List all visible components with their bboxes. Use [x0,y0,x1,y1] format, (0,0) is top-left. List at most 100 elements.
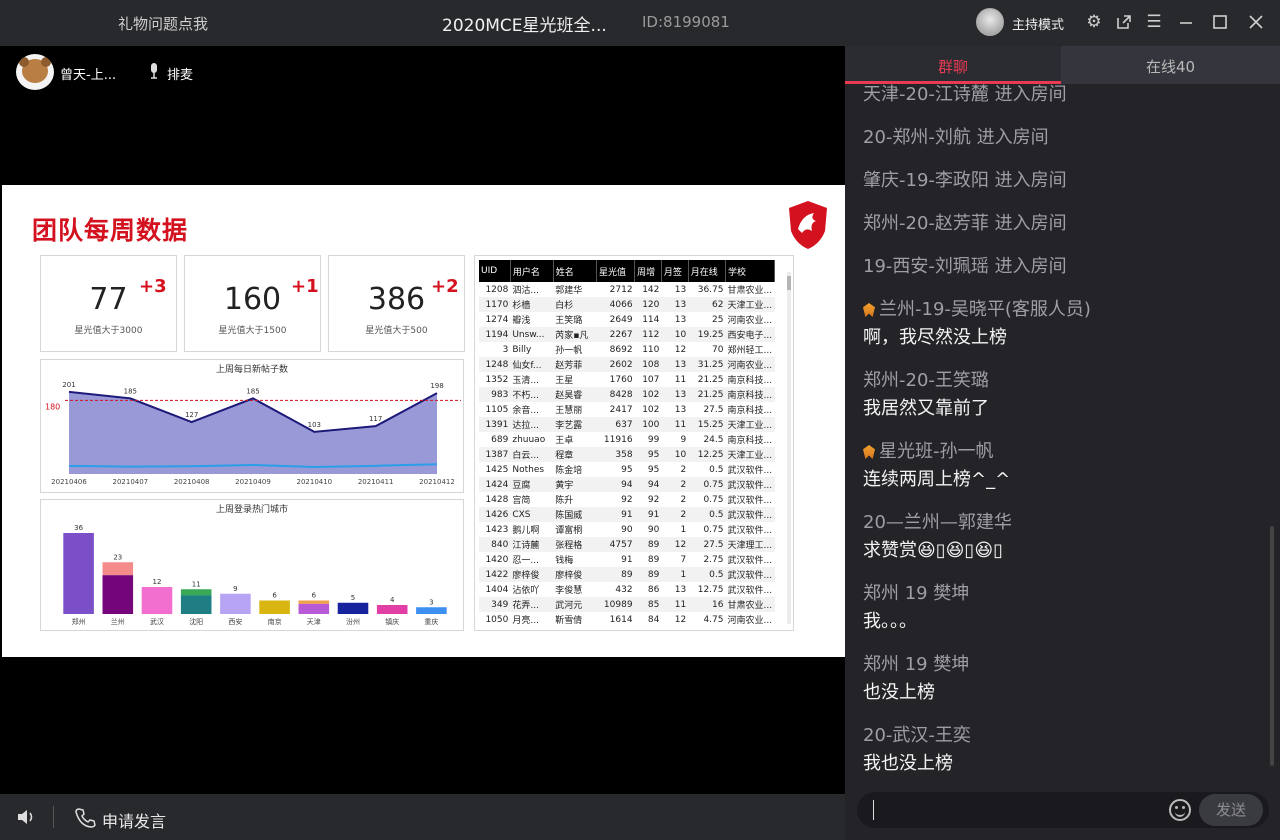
tab-group-chat[interactable]: 群聊 [845,46,1061,84]
bar-stack [102,562,134,576]
table-cell: 13 [661,387,689,402]
table-cell: 110 [642,344,660,355]
table-cell: 1248 [479,357,511,372]
table-cell: 4066 [596,297,635,312]
settings-gear-icon[interactable]: ⚙ [1082,10,1106,34]
table-row: 1170 杉樯 白杉 4066 120 13 62 天津工业... [479,297,775,312]
table-row: 1424 豆腐 黄宇 94 94 2 0.75 武汉软件... [479,477,775,492]
stat-delta: +2 [431,276,459,297]
tab-online[interactable]: 在线40 [1061,46,1280,84]
table-cell: 10989 [596,597,635,612]
admin-badge-icon [863,303,875,317]
table-cell: 92 [621,494,633,505]
table-header-cell[interactable]: 用户名 [510,260,554,282]
table-cell: 武汉软件... [725,567,775,582]
table-row: 1404 沾依吖 李俊慧 432 86 13 12.75 武汉软件... [479,582,775,597]
table-cell: 349 [479,597,511,612]
table-cell: 12 [661,537,689,552]
table-cell: 4757 [596,537,635,552]
reference-label: 180 [45,402,60,411]
user-avatar[interactable] [976,8,1004,36]
table-cell: 19.25 [688,327,726,342]
table-cell: 陈升 [555,496,574,506]
stat-card-1500: 160 +1 星光值大于1500 [184,255,321,352]
maximize-icon[interactable] [1208,10,1232,34]
table-cell: 白云... [510,447,554,462]
table-header-cell[interactable]: 学校 [725,260,776,282]
table-cell: 赵昊睿 [553,387,597,402]
table-cell: 武汉软件... [727,556,773,566]
minimize-icon[interactable] [1174,10,1198,34]
table-cell: 100 [634,417,662,432]
table-cell: 1428 [485,494,509,505]
table-scrollbar[interactable] [787,272,791,624]
chat-sender-label: 20—兰州—郭建华 [863,512,1012,533]
table-cell: 芮家▪凡 [553,327,597,342]
table-scroll-thumb[interactable] [787,276,791,290]
gift-help-link[interactable]: 礼物问题点我 [118,13,208,34]
chat-sender: 20—兰州—郭建华 [863,508,1012,534]
host-mode-label[interactable]: 主持模式 [1012,14,1064,33]
popout-icon[interactable] [1112,10,1136,34]
data-label: 4 [390,596,395,604]
table-cell: 2602 [596,357,635,372]
table-cell: 2 [661,507,689,522]
table-header-cell[interactable]: 星光值 [596,260,636,282]
table-header-cell[interactable]: 周增 [634,260,662,282]
chat-sender: 20-武汉-王奕 [863,721,971,747]
data-label: 11 [192,580,201,588]
table-cell: 花弄... [510,597,554,612]
table-row: 1352 玉清... 王星 1760 107 11 21.25 南京科技... [479,372,775,387]
chat-message-list[interactable]: 天津-20-江诗麓 进入房间 20-郑州-刘航 进入房间 肇庆-19-李政阳 进入房… [845,84,1280,784]
table-cell: 廖梓俊 [510,567,554,582]
emoji-icon[interactable] [1169,799,1191,821]
queue-mic-button[interactable]: 排麦 [167,64,193,83]
msi-dragon-shield-icon [789,201,827,249]
table-row: 1425 Nothes 陈金培 95 95 2 0.5 武汉软件... [479,462,775,477]
chat-scrollbar[interactable] [1270,526,1274,766]
x-tick-label: 20210407 [113,478,149,486]
table-cell: 358 [596,447,635,462]
table-cell: 0.5 [688,507,726,522]
apply-speak-button[interactable]: 申请发言 [102,808,166,832]
table-cell: 1423 [485,524,509,535]
data-label: 23 [113,553,122,561]
chat-sender-label: 肇庆-19-李政阳 进入房间 [863,170,1067,191]
chat-input[interactable] [879,798,1159,822]
table-cell: 1274 [485,314,509,325]
table-row: 1387 白云... 程章 358 95 10 12.25 天津工业... [479,447,775,462]
table-cell: 84 [647,614,660,625]
room-id: ID:8199081 [642,13,730,31]
table-header-cell[interactable]: UID [479,260,511,282]
table-header-cell[interactable]: 月签 [661,260,689,282]
x-tick-label: 重庆 [424,617,438,626]
phone-icon[interactable] [74,806,96,828]
table-cell: 1760 [609,374,633,385]
table-cell: 武汉软件... [725,507,775,522]
bar [63,533,94,614]
microphone-icon[interactable] [148,63,160,79]
table-header-cell[interactable]: 姓名 [553,260,598,282]
menu-icon[interactable]: ☰ [1142,10,1166,34]
table-cell: 王卓 [555,436,574,446]
x-tick-label: 20210412 [419,478,455,486]
table-cell: 余音... [512,406,539,416]
table-header-cell[interactable]: 月在线 [688,260,726,282]
table-cell: 1420 [485,554,509,565]
close-icon[interactable] [1244,10,1268,34]
table-cell: 12 [674,614,687,625]
chat-message-text: 也没上榜 [863,682,935,703]
table-cell: 廖梓俊 [553,567,597,582]
table-cell: 8692 [609,344,633,355]
table-cell: 张程格 [553,537,597,552]
table-cell: 90 [621,524,633,535]
table-cell: 1050 [485,614,509,625]
host-avatar[interactable] [16,54,54,90]
table-cell: 27.5 [688,537,726,552]
table-row: 3 Billy 孙一帆 8692 110 12 70 郑州轻工... [479,342,775,357]
chat-sender-label: 19-西安-刘珮瑶 进入房间 [863,256,1067,277]
table-cell: 宫简 [512,496,531,506]
send-button[interactable]: 发送 [1199,794,1263,826]
volume-icon[interactable] [16,807,38,827]
table-cell: 达拉... [510,417,554,432]
